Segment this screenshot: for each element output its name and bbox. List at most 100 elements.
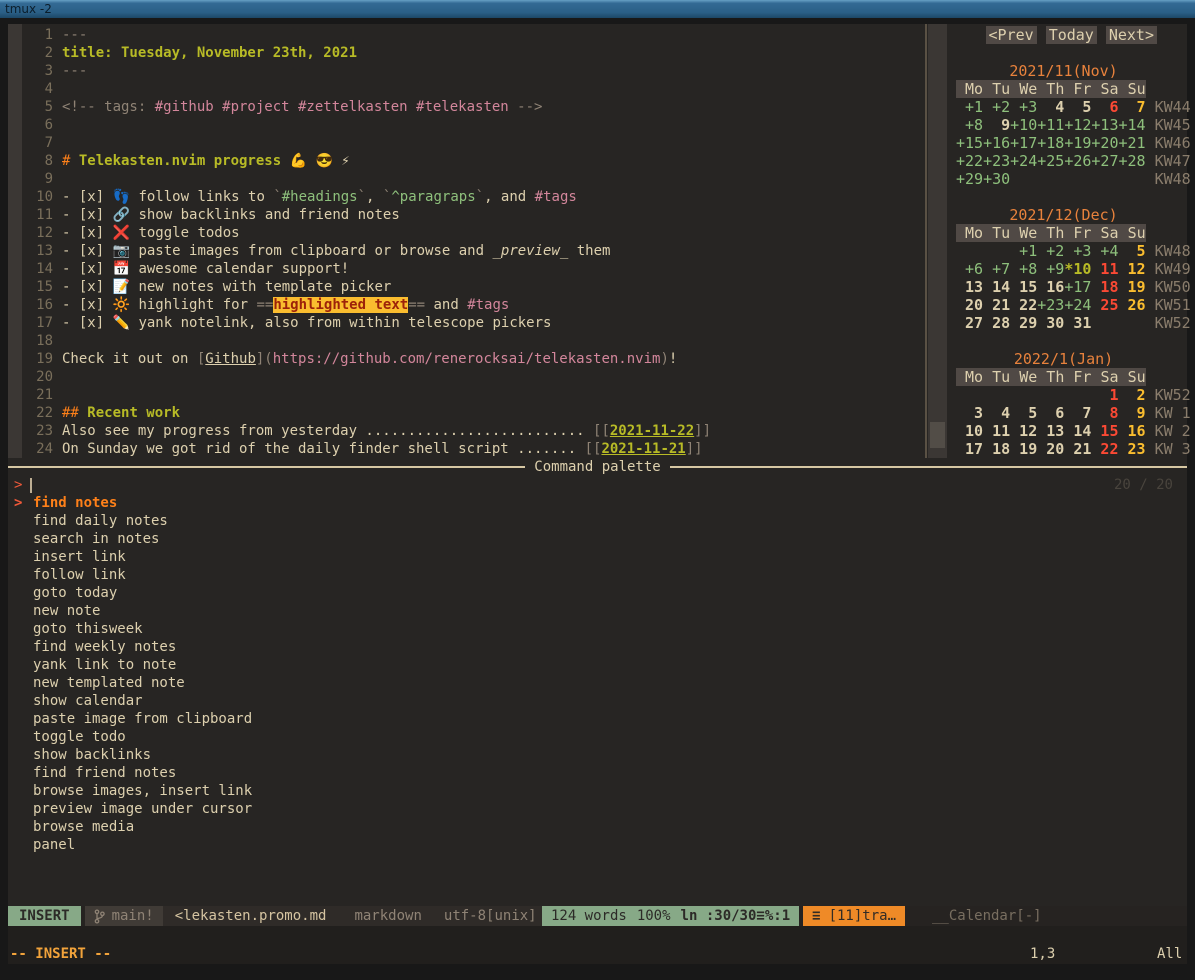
editor-line[interactable]: 18 bbox=[22, 332, 922, 350]
calendar-day[interactable]: +14 bbox=[1118, 116, 1145, 134]
palette-item[interactable]: new templated note bbox=[33, 674, 252, 692]
editor-line[interactable]: 24On Sunday we got rid of the daily find… bbox=[22, 440, 922, 458]
editor-line[interactable]: 13- [x] 📷 paste images from clipboard or… bbox=[22, 242, 922, 260]
palette-item[interactable]: toggle todo bbox=[33, 728, 252, 746]
calendar-day[interactable]: 9 bbox=[1118, 404, 1145, 422]
window-separator[interactable] bbox=[925, 24, 927, 458]
palette-item[interactable]: find daily notes bbox=[33, 512, 252, 530]
palette-item[interactable]: search in notes bbox=[33, 530, 252, 548]
calendar-day[interactable]: 27 bbox=[956, 314, 983, 332]
calendar-day[interactable]: +23 bbox=[983, 152, 1010, 170]
calendar-day[interactable]: 1 bbox=[1091, 386, 1118, 404]
editor-line[interactable]: 7 bbox=[22, 134, 922, 152]
palette-item[interactable]: show calendar bbox=[33, 692, 252, 710]
calendar-day[interactable]: 29 bbox=[1010, 314, 1037, 332]
calendar-day[interactable]: 9 bbox=[983, 116, 1010, 134]
calendar-day[interactable]: 18 bbox=[1091, 278, 1118, 296]
palette-item[interactable]: goto thisweek bbox=[33, 620, 252, 638]
calendar-day[interactable]: +1 bbox=[956, 98, 983, 116]
palette-prompt-row[interactable]: > 20 / 20 bbox=[8, 476, 1187, 494]
note-link[interactable]: 2021-11-22 bbox=[610, 423, 694, 439]
editor-line[interactable]: 12- [x] ❌ toggle todos bbox=[22, 224, 922, 242]
calendar-day[interactable]: 2 bbox=[1118, 386, 1145, 404]
calendar-day[interactable]: +16 bbox=[983, 134, 1010, 152]
editor-line[interactable]: 14- [x] 📅 awesome calendar support! bbox=[22, 260, 922, 278]
calendar-day[interactable]: 20 bbox=[956, 296, 983, 314]
editor-line[interactable]: 22## Recent work bbox=[22, 404, 922, 422]
calendar-day[interactable]: 4 bbox=[983, 404, 1010, 422]
calendar-day[interactable]: 22 bbox=[1091, 440, 1118, 458]
calendar-day[interactable]: +12 bbox=[1064, 116, 1091, 134]
calendar-day[interactable]: +3 bbox=[1010, 98, 1037, 116]
next-button[interactable]: Next> bbox=[1106, 26, 1157, 44]
editor-line[interactable]: 15- [x] 📝 new notes with template picker bbox=[22, 278, 922, 296]
calendar-day[interactable]: +13 bbox=[1091, 116, 1118, 134]
calendar-day[interactable]: +26 bbox=[1064, 152, 1091, 170]
calendar-day[interactable]: +22 bbox=[956, 152, 983, 170]
calendar-scrollbar[interactable] bbox=[928, 24, 947, 458]
calendar-day[interactable]: 6 bbox=[1037, 404, 1064, 422]
editor-line[interactable]: 9 bbox=[22, 170, 922, 188]
editor-line[interactable]: 11- [x] 🔗 show backlinks and friend note… bbox=[22, 206, 922, 224]
editor-line[interactable]: 20 bbox=[22, 368, 922, 386]
editor-line[interactable]: 23Also see my progress from yesterday ..… bbox=[22, 422, 922, 440]
calendar-day[interactable]: 31 bbox=[1064, 314, 1091, 332]
calendar-day[interactable]: 15 bbox=[1010, 278, 1037, 296]
calendar-day[interactable]: +9 bbox=[1037, 260, 1064, 278]
calendar-day[interactable]: +25 bbox=[1037, 152, 1064, 170]
editor-scrollbar[interactable] bbox=[8, 24, 22, 458]
today-button[interactable]: Today bbox=[1046, 26, 1097, 44]
palette-item[interactable]: goto today bbox=[33, 584, 252, 602]
calendar-day[interactable]: 21 bbox=[1064, 440, 1091, 458]
calendar-day[interactable]: 5 bbox=[1064, 98, 1091, 116]
palette-item[interactable]: find weekly notes bbox=[33, 638, 252, 656]
palette-item[interactable]: insert link bbox=[33, 548, 252, 566]
palette-item[interactable]: show backlinks bbox=[33, 746, 252, 764]
calendar-day[interactable]: 23 bbox=[1118, 440, 1145, 458]
calendar-scrollbar-thumb[interactable] bbox=[930, 422, 945, 448]
calendar-day[interactable]: +7 bbox=[983, 260, 1010, 278]
editor-line[interactable]: 8# Telekasten.nvim progress 💪 😎 ⚡ bbox=[22, 152, 922, 170]
calendar-day[interactable]: 28 bbox=[983, 314, 1010, 332]
calendar-day[interactable]: +6 bbox=[956, 260, 983, 278]
editor-line[interactable]: 5<!-- tags: #github #project #zettelkast… bbox=[22, 98, 922, 116]
calendar-day[interactable]: +18 bbox=[1037, 134, 1064, 152]
calendar-day[interactable]: +3 bbox=[1064, 242, 1091, 260]
calendar-day[interactable]: 12 bbox=[1010, 422, 1037, 440]
palette-item[interactable]: new note bbox=[33, 602, 252, 620]
calendar-day[interactable]: 17 bbox=[956, 440, 983, 458]
calendar-day[interactable]: 15 bbox=[1091, 422, 1118, 440]
calendar-day[interactable]: 21 bbox=[983, 296, 1010, 314]
calendar-day[interactable]: 5 bbox=[1010, 404, 1037, 422]
calendar-day[interactable]: +19 bbox=[1064, 134, 1091, 152]
calendar-day[interactable]: +30 bbox=[983, 170, 1010, 188]
editor-line[interactable]: 16- [x] 🔆 highlight for ==highlighted te… bbox=[22, 296, 922, 314]
editor-line[interactable]: 3--- bbox=[22, 62, 922, 80]
calendar-day[interactable]: +2 bbox=[983, 98, 1010, 116]
calendar-day[interactable]: 6 bbox=[1091, 98, 1118, 116]
calendar-day[interactable]: 11 bbox=[1091, 260, 1118, 278]
editor-line[interactable]: 10- [x] 👣 follow links to `#headings`, `… bbox=[22, 188, 922, 206]
editor-line[interactable]: 19Check it out on [Github](https://githu… bbox=[22, 350, 922, 368]
calendar-day[interactable]: 12 bbox=[1118, 260, 1145, 278]
calendar-day[interactable]: 20 bbox=[1037, 440, 1064, 458]
calendar-day[interactable]: 13 bbox=[956, 278, 983, 296]
editor-line[interactable]: 4 bbox=[22, 80, 922, 98]
calendar-day[interactable]: +10 bbox=[1010, 116, 1037, 134]
calendar-day[interactable]: +20 bbox=[1091, 134, 1118, 152]
calendar-day[interactable]: 7 bbox=[1064, 404, 1091, 422]
editor-line[interactable]: 6 bbox=[22, 116, 922, 134]
calendar-day[interactable]: 7 bbox=[1118, 98, 1145, 116]
palette-selected-item[interactable]: > find notes bbox=[8, 494, 1187, 512]
calendar-day[interactable]: 5 bbox=[1118, 242, 1145, 260]
calendar-day[interactable]: +17 bbox=[1010, 134, 1037, 152]
palette-item[interactable]: preview image under cursor bbox=[33, 800, 252, 818]
calendar-day[interactable]: 4 bbox=[1037, 98, 1064, 116]
calendar-day[interactable]: 18 bbox=[983, 440, 1010, 458]
calendar-day[interactable]: *10 bbox=[1064, 260, 1091, 278]
calendar-day[interactable]: 14 bbox=[983, 278, 1010, 296]
calendar-day[interactable]: +24 bbox=[1064, 296, 1091, 314]
calendar-day[interactable]: 26 bbox=[1118, 296, 1145, 314]
calendar-day[interactable]: 8 bbox=[1091, 404, 1118, 422]
calendar-day[interactable]: 16 bbox=[1118, 422, 1145, 440]
